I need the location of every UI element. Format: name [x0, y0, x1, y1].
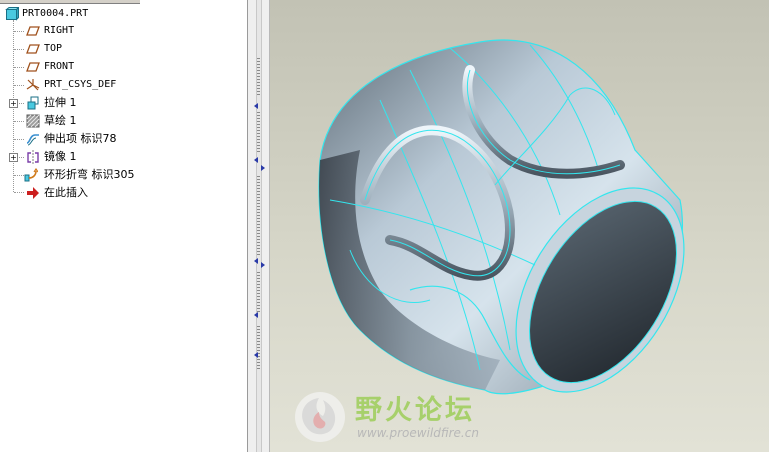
- splitter-grip[interactable]: [257, 58, 260, 96]
- tree-item-protrusion[interactable]: 伸出项 标识78: [0, 130, 240, 148]
- collapse-left-arrow-icon[interactable]: [254, 352, 258, 358]
- tree-item-label: TOP: [44, 43, 63, 54]
- extrude-icon: [27, 96, 39, 110]
- tree-item-top-plane[interactable]: TOP: [0, 40, 240, 58]
- expand-right-arrow-icon[interactable]: [261, 262, 265, 268]
- forum-watermark: 野火论坛 www.proewildfire.cn: [289, 386, 499, 452]
- mirror-icon: [27, 150, 39, 164]
- collapse-left-arrow-icon[interactable]: [254, 103, 258, 109]
- datum-plane-icon: [26, 62, 40, 72]
- splitter-grip[interactable]: [257, 326, 260, 370]
- graphics-viewport[interactable]: [270, 0, 769, 452]
- tree-root-part[interactable]: PRT0004.PRT: [0, 5, 240, 23]
- datum-plane-icon: [26, 26, 40, 36]
- collapse-left-arrow-icon[interactable]: [254, 312, 258, 318]
- tree-item-label: 环形折弯 标识305: [44, 168, 135, 181]
- tree-item-label: 伸出项 标识78: [44, 132, 117, 145]
- tree-item-front-plane[interactable]: FRONT: [0, 58, 240, 76]
- watermark-title: 野火论坛: [355, 395, 475, 426]
- tree-item-mirror[interactable]: 镜像 1: [0, 148, 240, 166]
- tree-root-label: PRT0004.PRT: [22, 8, 89, 19]
- sketch-icon: [26, 114, 40, 128]
- tree-header-bar: [0, 0, 140, 4]
- tree-item-label: RIGHT: [44, 25, 75, 36]
- tree-item-sketch[interactable]: 草绘 1: [0, 112, 240, 130]
- tree-item-label: 草绘 1: [44, 114, 77, 127]
- toroidal-bend-icon: [24, 168, 38, 182]
- tree-item-extrude[interactable]: 拉伸 1: [0, 94, 240, 112]
- tree-item-csys[interactable]: PRT_CSYS_DEF: [0, 76, 240, 94]
- tree-item-toroidal-bend[interactable]: 环形折弯 标识305: [0, 166, 240, 184]
- model-3d-render[interactable]: [270, 0, 769, 452]
- splitter-grip[interactable]: [257, 112, 260, 152]
- watermark-url: www.proewildfire.cn: [357, 426, 479, 440]
- tree-item-label: 镜像 1: [44, 150, 77, 163]
- collapse-left-arrow-icon[interactable]: [254, 258, 258, 264]
- model-tree-panel: PRT0004.PRT RIGHT TOP FRONT PRT_CSYS_DEF…: [0, 0, 248, 452]
- tree-item-right-plane[interactable]: RIGHT: [0, 22, 240, 40]
- panel-splitter[interactable]: [248, 0, 270, 452]
- tree-item-label: FRONT: [44, 61, 75, 72]
- tree-item-label: PRT_CSYS_DEF: [44, 79, 117, 90]
- part-icon: [5, 7, 19, 21]
- splitter-grip[interactable]: [257, 272, 260, 312]
- splitter-grip[interactable]: [257, 176, 260, 256]
- expand-right-arrow-icon[interactable]: [261, 165, 265, 171]
- collapse-left-arrow-icon[interactable]: [254, 157, 258, 163]
- tree-item-label: 在此插入: [44, 186, 88, 199]
- tree-item-label: 拉伸 1: [44, 96, 77, 109]
- tree-item-insert-here[interactable]: 在此插入: [0, 184, 240, 202]
- insert-here-arrow-icon: [27, 187, 39, 199]
- flame-logo-icon: [295, 392, 345, 442]
- protrusion-icon: [26, 134, 39, 146]
- datum-plane-icon: [26, 44, 40, 54]
- coordinate-system-icon: [26, 79, 40, 91]
